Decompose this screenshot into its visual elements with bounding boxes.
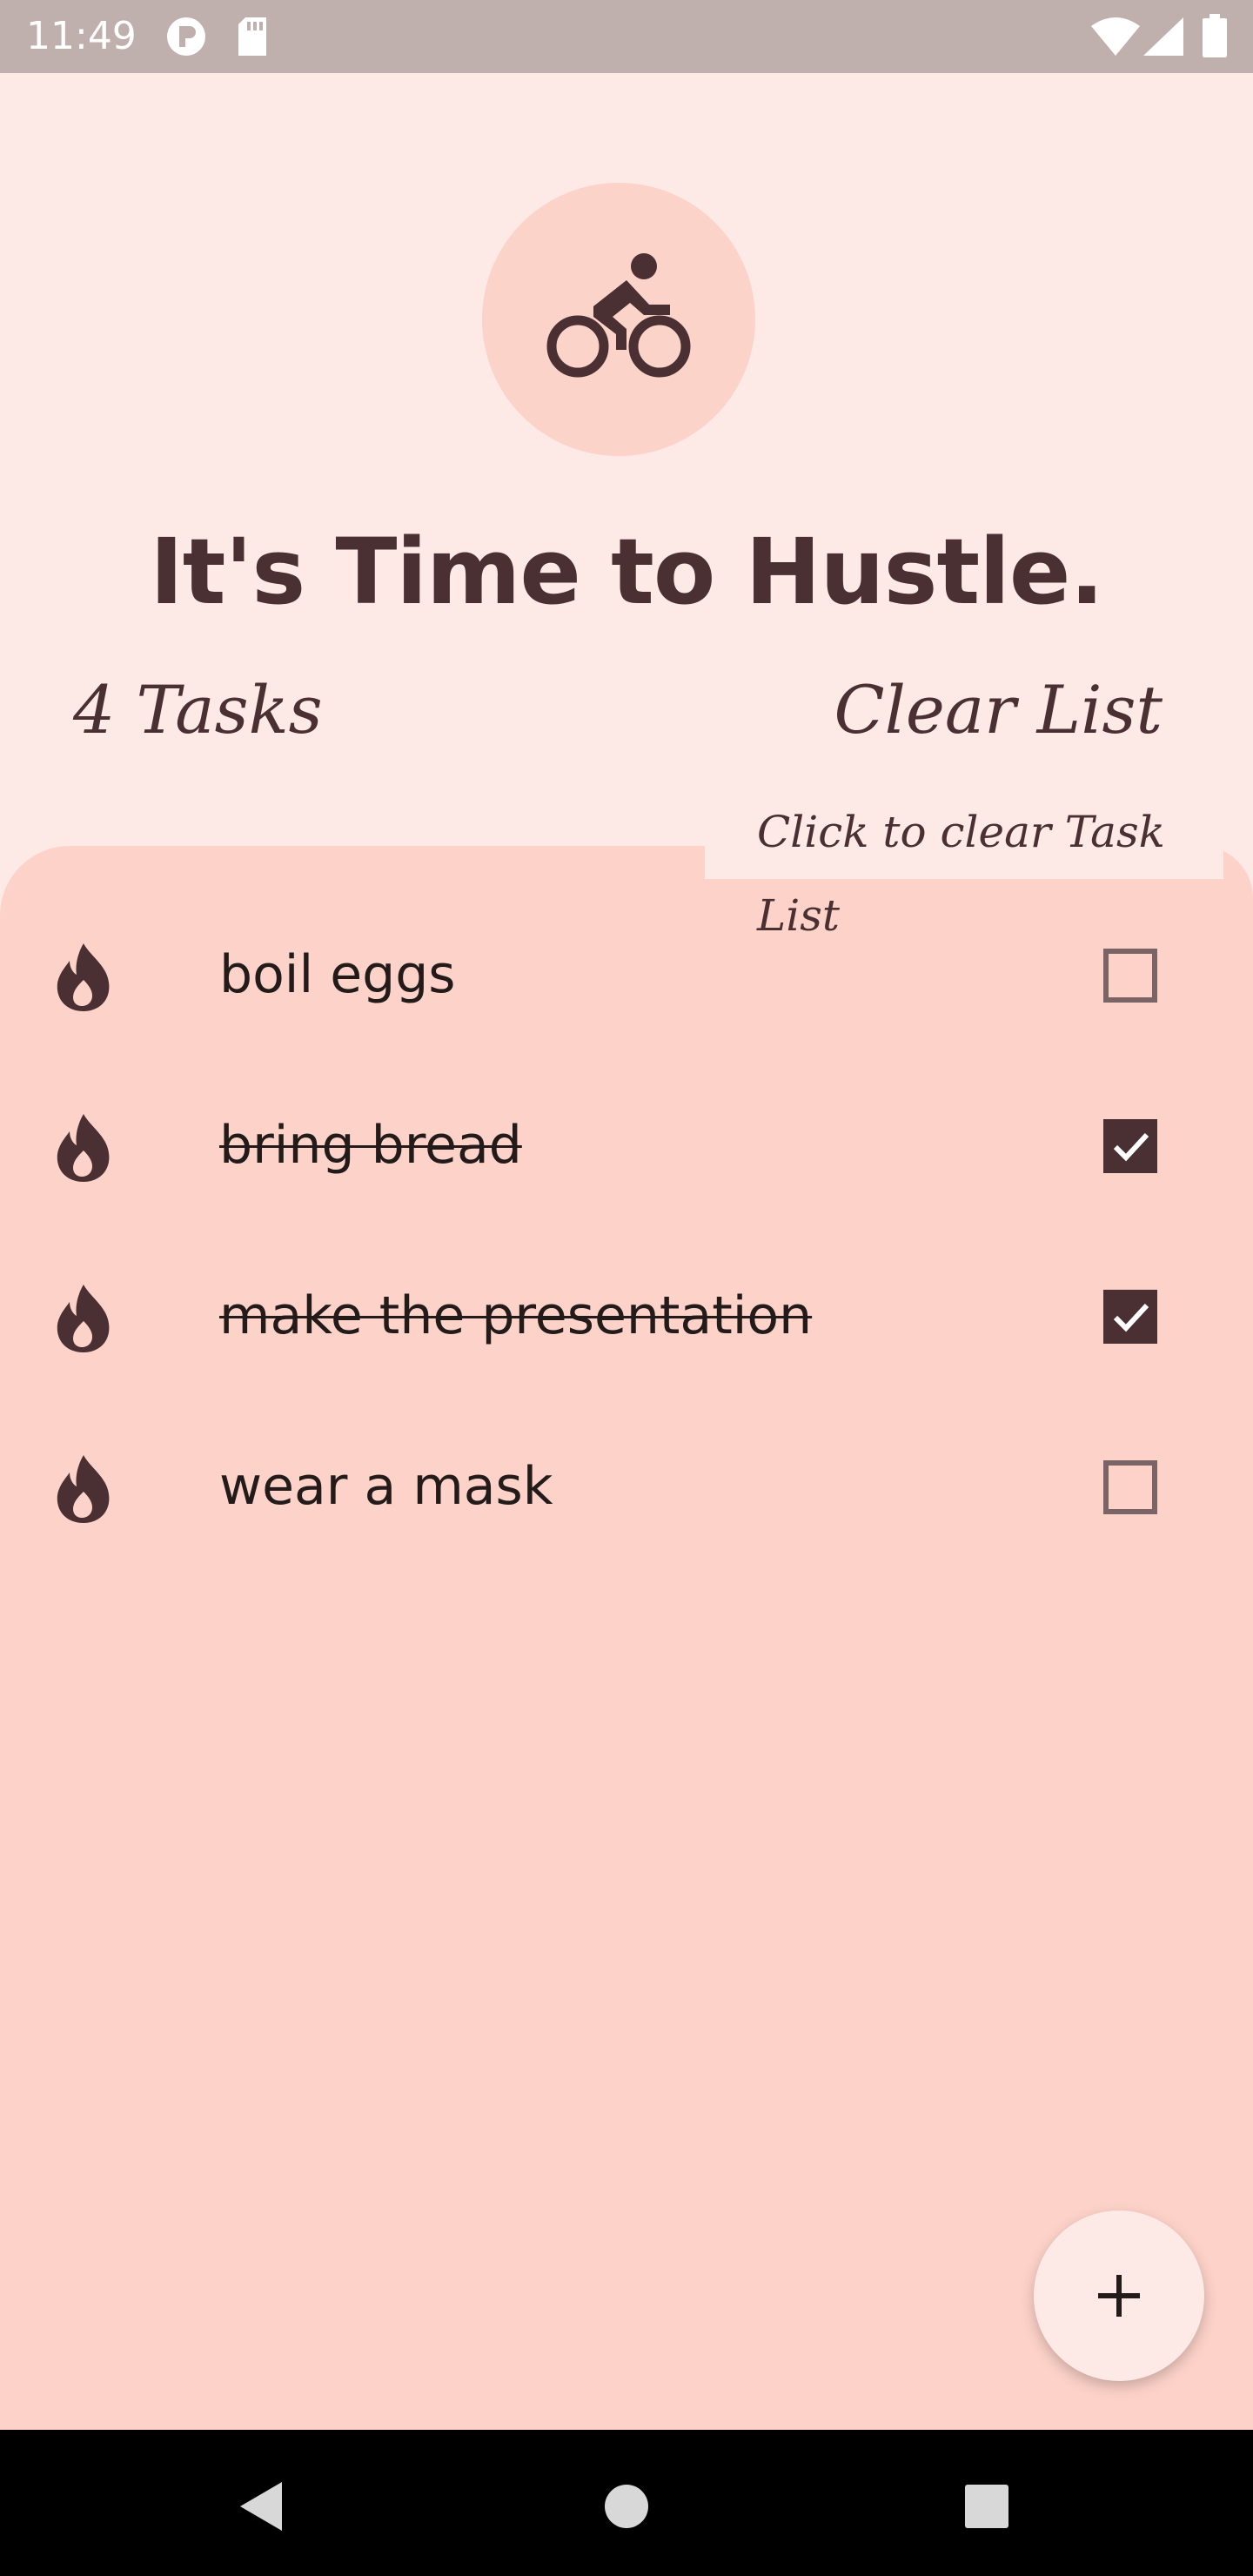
list-item[interactable]: boil eggs (0, 895, 1253, 1065)
flame-icon (57, 1114, 110, 1182)
list-item[interactable]: wear a mask (0, 1406, 1253, 1577)
sd-card-icon (237, 17, 268, 59)
page-title: It's Time to Hustle. (150, 519, 1104, 625)
app-notification-icon (165, 16, 207, 61)
task-list: boil eggs bring bread make the presentat… (0, 846, 1253, 2430)
flame-icon (57, 943, 110, 1011)
bicycle-icon (546, 253, 691, 378)
back-icon[interactable] (237, 2480, 285, 2536)
recents-icon[interactable] (964, 2484, 1009, 2532)
task-text: boil eggs (219, 944, 456, 1005)
checkmark-icon (1113, 1132, 1149, 1162)
task-count: 4 Tasks (73, 671, 323, 748)
task-checkbox[interactable] (1103, 949, 1157, 1003)
battery-icon (1203, 14, 1227, 61)
flame-icon (57, 1285, 110, 1352)
list-item[interactable]: bring bread (0, 1065, 1253, 1236)
avatar (482, 183, 755, 456)
home-icon[interactable] (604, 2484, 649, 2532)
wifi-icon (1091, 17, 1140, 59)
list-item[interactable]: make the presentation (0, 1236, 1253, 1406)
task-checkbox[interactable] (1103, 1460, 1157, 1514)
flame-icon (57, 1455, 110, 1523)
cellular-signal-icon (1143, 17, 1183, 59)
task-checkbox[interactable] (1103, 1290, 1157, 1344)
task-text: wear a mask (219, 1456, 553, 1517)
status-time: 11:49 (26, 14, 137, 58)
clear-list-button[interactable]: Clear List (834, 668, 1163, 752)
status-bar: 11:49 (0, 0, 1253, 73)
checkmark-icon (1113, 1303, 1149, 1332)
tooltip: Click to clear Task List (705, 790, 1223, 941)
navigation-bar (0, 2430, 1253, 2576)
task-checkbox[interactable] (1103, 1119, 1157, 1173)
task-text: make the presentation (219, 1285, 813, 1346)
task-text: bring bread (219, 1115, 522, 1176)
add-task-button[interactable] (1034, 2210, 1204, 2381)
plus-icon (1098, 2275, 1140, 2317)
